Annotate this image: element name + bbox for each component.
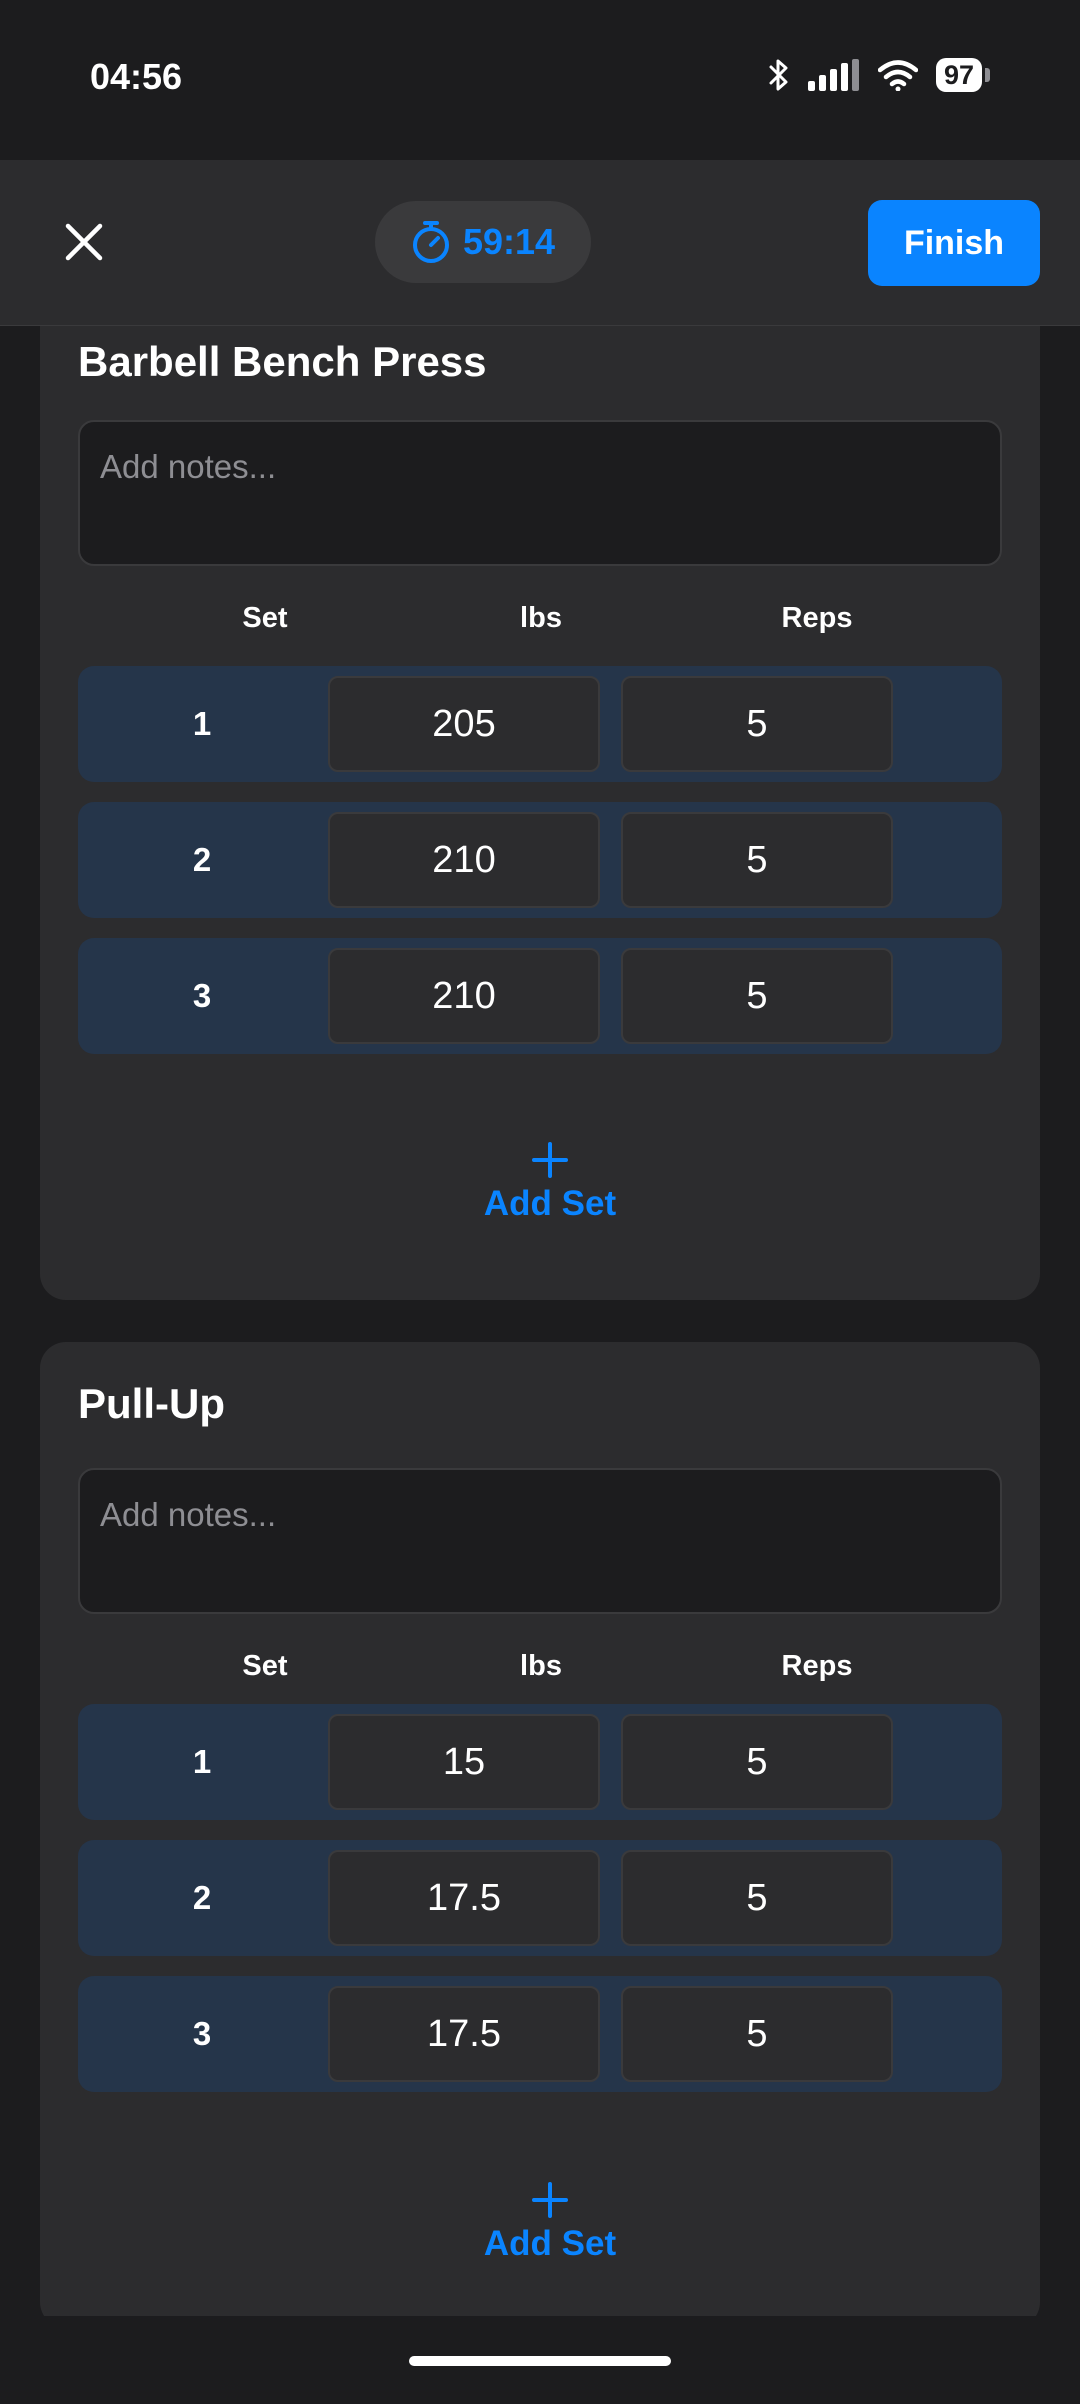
workout-content[interactable]: Barbell Bench Press Add notes... Set lbs… [0,326,1080,2316]
weight-input[interactable]: 210 [328,948,600,1044]
reps-input[interactable]: 5 [621,1986,893,2082]
status-time: 04:56 [90,56,183,97]
battery-icon: 97 [935,58,990,92]
bluetooth-icon [769,59,788,91]
status-bar: 04:56 97 [0,0,1080,160]
add-set-button[interactable]: Add Set [450,2182,650,2292]
plus-icon [532,2182,568,2218]
reps-input[interactable]: 5 [621,812,893,908]
signal-icon [807,59,859,91]
set-number[interactable]: 1 [78,666,326,782]
header-reps: Reps [781,1650,853,1682]
exercise-card-bench-press: Barbell Bench Press Add notes... Set lbs… [40,326,1040,1300]
set-number[interactable]: 2 [78,1840,326,1956]
reps-input[interactable]: 5 [621,1850,893,1946]
stopwatch-icon [412,221,449,263]
plus-icon [532,1142,568,1178]
weight-input[interactable]: 205 [328,676,600,772]
set-row[interactable]: 1 205 5 [78,666,1002,782]
exercise-title[interactable]: Pull-Up [78,1380,225,1428]
close-button[interactable] [40,198,128,286]
add-set-label: Add Set [483,1184,617,1223]
notes-input[interactable]: Add notes... [78,420,1002,566]
set-row[interactable]: 3 210 5 [78,938,1002,1054]
notes-input[interactable]: Add notes... [78,1468,1002,1614]
workout-toolbar: 59:14 Finish [0,160,1080,326]
add-set-label: Add Set [483,2224,617,2263]
weight-input[interactable]: 15 [328,1714,600,1810]
timer-text: 59:14 [462,221,556,262]
battery-cap [985,68,990,82]
set-row[interactable]: 3 17.5 5 [78,1976,1002,2092]
exercise-card-pull-up: Pull-Up Add notes... Set lbs Reps 1 15 5… [40,1342,1040,2316]
set-number[interactable]: 2 [78,802,326,918]
weight-input[interactable]: 17.5 [328,1986,600,2082]
set-number[interactable]: 3 [78,938,326,1054]
reps-input[interactable]: 5 [621,1714,893,1810]
battery-level: 97 [935,58,982,92]
reps-input[interactable]: 5 [621,948,893,1044]
set-column-headers: Set lbs Reps [78,1650,1002,1690]
close-icon [65,223,103,261]
finish-button[interactable]: Finish [868,200,1040,286]
header-reps: Reps [781,602,853,634]
header-lbs: lbs [520,602,562,634]
workout-timer[interactable]: 59:14 [375,201,591,283]
weight-input[interactable]: 210 [328,812,600,908]
set-column-headers: Set lbs Reps [78,602,1002,642]
reps-input[interactable]: 5 [621,676,893,772]
header-set: Set [242,1650,288,1682]
add-set-button[interactable]: Add Set [450,1142,650,1252]
weight-input[interactable]: 17.5 [328,1850,600,1946]
set-number[interactable]: 3 [78,1976,326,2092]
header-lbs: lbs [520,1650,562,1682]
set-row[interactable]: 2 210 5 [78,802,1002,918]
home-indicator[interactable] [409,2356,671,2366]
set-row[interactable]: 1 15 5 [78,1704,1002,1820]
set-number[interactable]: 1 [78,1704,326,1820]
header-set: Set [242,602,288,634]
status-icons: 97 [768,58,990,92]
exercise-title[interactable]: Barbell Bench Press [78,338,487,386]
wifi-icon [877,60,918,91]
set-row[interactable]: 2 17.5 5 [78,1840,1002,1956]
